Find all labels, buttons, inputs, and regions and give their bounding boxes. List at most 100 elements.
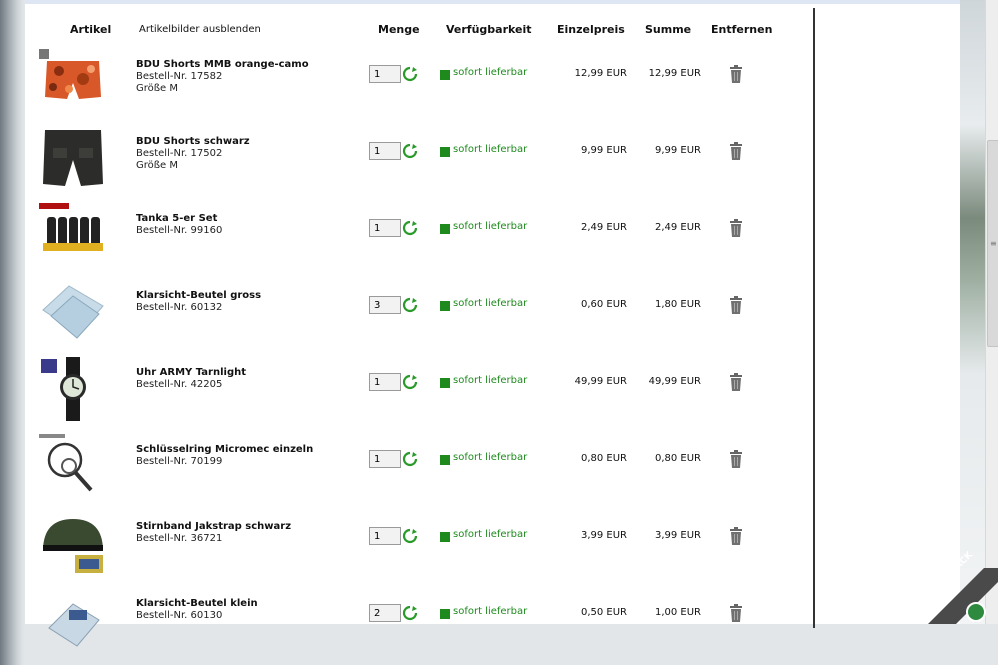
trash-icon[interactable]	[729, 604, 743, 622]
product-image-watch[interactable]	[39, 357, 107, 421]
refresh-icon[interactable]	[402, 451, 418, 467]
toggle-images-link[interactable]: Artikelbilder ausblenden	[139, 24, 261, 35]
availability-indicator	[440, 609, 450, 619]
cart-row: BDU Shorts schwarz Bestell-Nr. 17502 Grö…	[25, 126, 813, 203]
cart-row: Klarsicht-Beutel gross Bestell-Nr. 60132…	[25, 280, 813, 357]
product-image-key-ring[interactable]	[39, 434, 107, 498]
refresh-icon[interactable]	[402, 528, 418, 544]
item-name[interactable]: Klarsicht-Beutel gross	[136, 290, 261, 301]
cart-row: Klarsicht-Beutel klein Bestell-Nr. 60130…	[25, 588, 813, 665]
refresh-icon[interactable]	[402, 220, 418, 236]
item-order-no: Bestell-Nr. 36721	[136, 533, 223, 544]
quantity-input[interactable]	[369, 219, 401, 237]
cart-row: BDU Shorts MMB orange-camo Bestell-Nr. 1…	[25, 49, 813, 126]
unit-price: 0,50 EUR	[580, 607, 627, 618]
col-header-remove: Entfernen	[711, 23, 773, 36]
product-image-black-shorts[interactable]	[39, 126, 107, 190]
product-image-small-bags[interactable]	[39, 588, 107, 652]
col-header-sum: Summe	[645, 23, 692, 36]
item-order-no: Bestell-Nr. 60130	[136, 610, 223, 621]
trash-icon[interactable]	[729, 219, 743, 237]
cart-panel: Artikel Artikelbilder ausblenden Menge V…	[25, 0, 960, 647]
line-sum: 49,99 EUR	[648, 376, 701, 387]
col-header-availability: Verfügbarkeit	[446, 23, 532, 36]
availability-indicator	[440, 455, 450, 465]
quantity-input[interactable]	[369, 373, 401, 391]
page-scrollbar[interactable]: ≡	[985, 0, 998, 624]
line-sum: 3,99 EUR	[654, 530, 701, 541]
item-name[interactable]: Stirnband Jakstrap schwarz	[136, 521, 291, 532]
unit-price: 0,80 EUR	[580, 453, 627, 464]
line-sum: 1,80 EUR	[654, 299, 701, 310]
unit-price: 12,99 EUR	[574, 68, 627, 79]
quantity-input[interactable]	[369, 604, 401, 622]
line-sum: 12,99 EUR	[648, 68, 701, 79]
col-header-article: Artikel	[70, 23, 112, 36]
unit-price: 0,60 EUR	[580, 299, 627, 310]
item-name[interactable]: Schlüsselring Micromec einzeln	[136, 444, 313, 455]
line-sum: 9,99 EUR	[654, 145, 701, 156]
availability-text: sofort lieferbar	[453, 144, 528, 155]
col-header-unit-price: Einzelpreis	[557, 23, 625, 36]
feedback-button[interactable]: FEEDBACK	[928, 550, 998, 638]
availability-indicator	[440, 532, 450, 542]
trash-icon[interactable]	[729, 296, 743, 314]
availability-indicator	[440, 378, 450, 388]
item-name[interactable]: BDU Shorts MMB orange-camo	[136, 59, 309, 70]
item-name[interactable]: Klarsicht-Beutel klein	[136, 598, 258, 609]
availability-indicator	[440, 147, 450, 157]
quantity-input[interactable]	[369, 450, 401, 468]
refresh-icon[interactable]	[402, 297, 418, 313]
cart-row: Stirnband Jakstrap schwarz Bestell-Nr. 3…	[25, 511, 813, 588]
trash-icon[interactable]	[729, 373, 743, 391]
item-order-no: Bestell-Nr. 42205	[136, 379, 223, 390]
line-sum: 1,00 EUR	[654, 607, 701, 618]
line-sum: 0,80 EUR	[654, 453, 701, 464]
quantity-input[interactable]	[369, 527, 401, 545]
product-image-orange-camo-shorts[interactable]	[39, 49, 107, 113]
availability-indicator	[440, 301, 450, 311]
product-image-tanka-set[interactable]	[39, 203, 107, 267]
refresh-icon[interactable]	[402, 374, 418, 390]
availability-text: sofort lieferbar	[453, 375, 528, 386]
item-name[interactable]: Uhr ARMY Tarnlight	[136, 367, 246, 378]
cart-row: Tanka 5-er Set Bestell-Nr. 99160 sofort …	[25, 203, 813, 280]
availability-text: sofort lieferbar	[453, 298, 528, 309]
availability-text: sofort lieferbar	[453, 606, 528, 617]
product-image-clear-bags[interactable]	[39, 280, 107, 344]
content-divider	[813, 8, 815, 628]
feedback-tab-icon	[928, 568, 998, 624]
unit-price: 9,99 EUR	[580, 145, 627, 156]
trash-icon[interactable]	[729, 65, 743, 83]
trash-icon[interactable]	[729, 142, 743, 160]
unit-price: 3,99 EUR	[580, 530, 627, 541]
trash-icon[interactable]	[729, 450, 743, 468]
item-name[interactable]: Tanka 5-er Set	[136, 213, 217, 224]
line-sum: 2,49 EUR	[654, 222, 701, 233]
trash-icon[interactable]	[729, 527, 743, 545]
product-image-helmet-band[interactable]	[39, 511, 107, 575]
item-order-no: Bestell-Nr. 17502	[136, 148, 223, 159]
unit-price: 49,99 EUR	[574, 376, 627, 387]
unit-price: 2,49 EUR	[580, 222, 627, 233]
refresh-icon[interactable]	[402, 66, 418, 82]
quantity-input[interactable]	[369, 65, 401, 83]
refresh-icon[interactable]	[402, 605, 418, 621]
quantity-input[interactable]	[369, 296, 401, 314]
scrollbar-thumb[interactable]: ≡	[987, 140, 998, 347]
col-header-quantity: Menge	[378, 23, 420, 36]
quantity-input[interactable]	[369, 142, 401, 160]
item-order-no: Bestell-Nr. 17582	[136, 71, 223, 82]
cart-row: Uhr ARMY Tarnlight Bestell-Nr. 42205 sof…	[25, 357, 813, 434]
item-order-no: Bestell-Nr. 60132	[136, 302, 223, 313]
availability-text: sofort lieferbar	[453, 452, 528, 463]
availability-indicator	[440, 70, 450, 80]
item-name[interactable]: BDU Shorts schwarz	[136, 136, 250, 147]
scroll-grip-icon: ≡	[990, 239, 997, 248]
availability-text: sofort lieferbar	[453, 529, 528, 540]
item-order-no: Bestell-Nr. 99160	[136, 225, 223, 236]
cart-row: Schlüsselring Micromec einzeln Bestell-N…	[25, 434, 813, 511]
item-size: Größe M	[136, 83, 179, 94]
refresh-icon[interactable]	[402, 143, 418, 159]
item-size: Größe M	[136, 160, 179, 171]
